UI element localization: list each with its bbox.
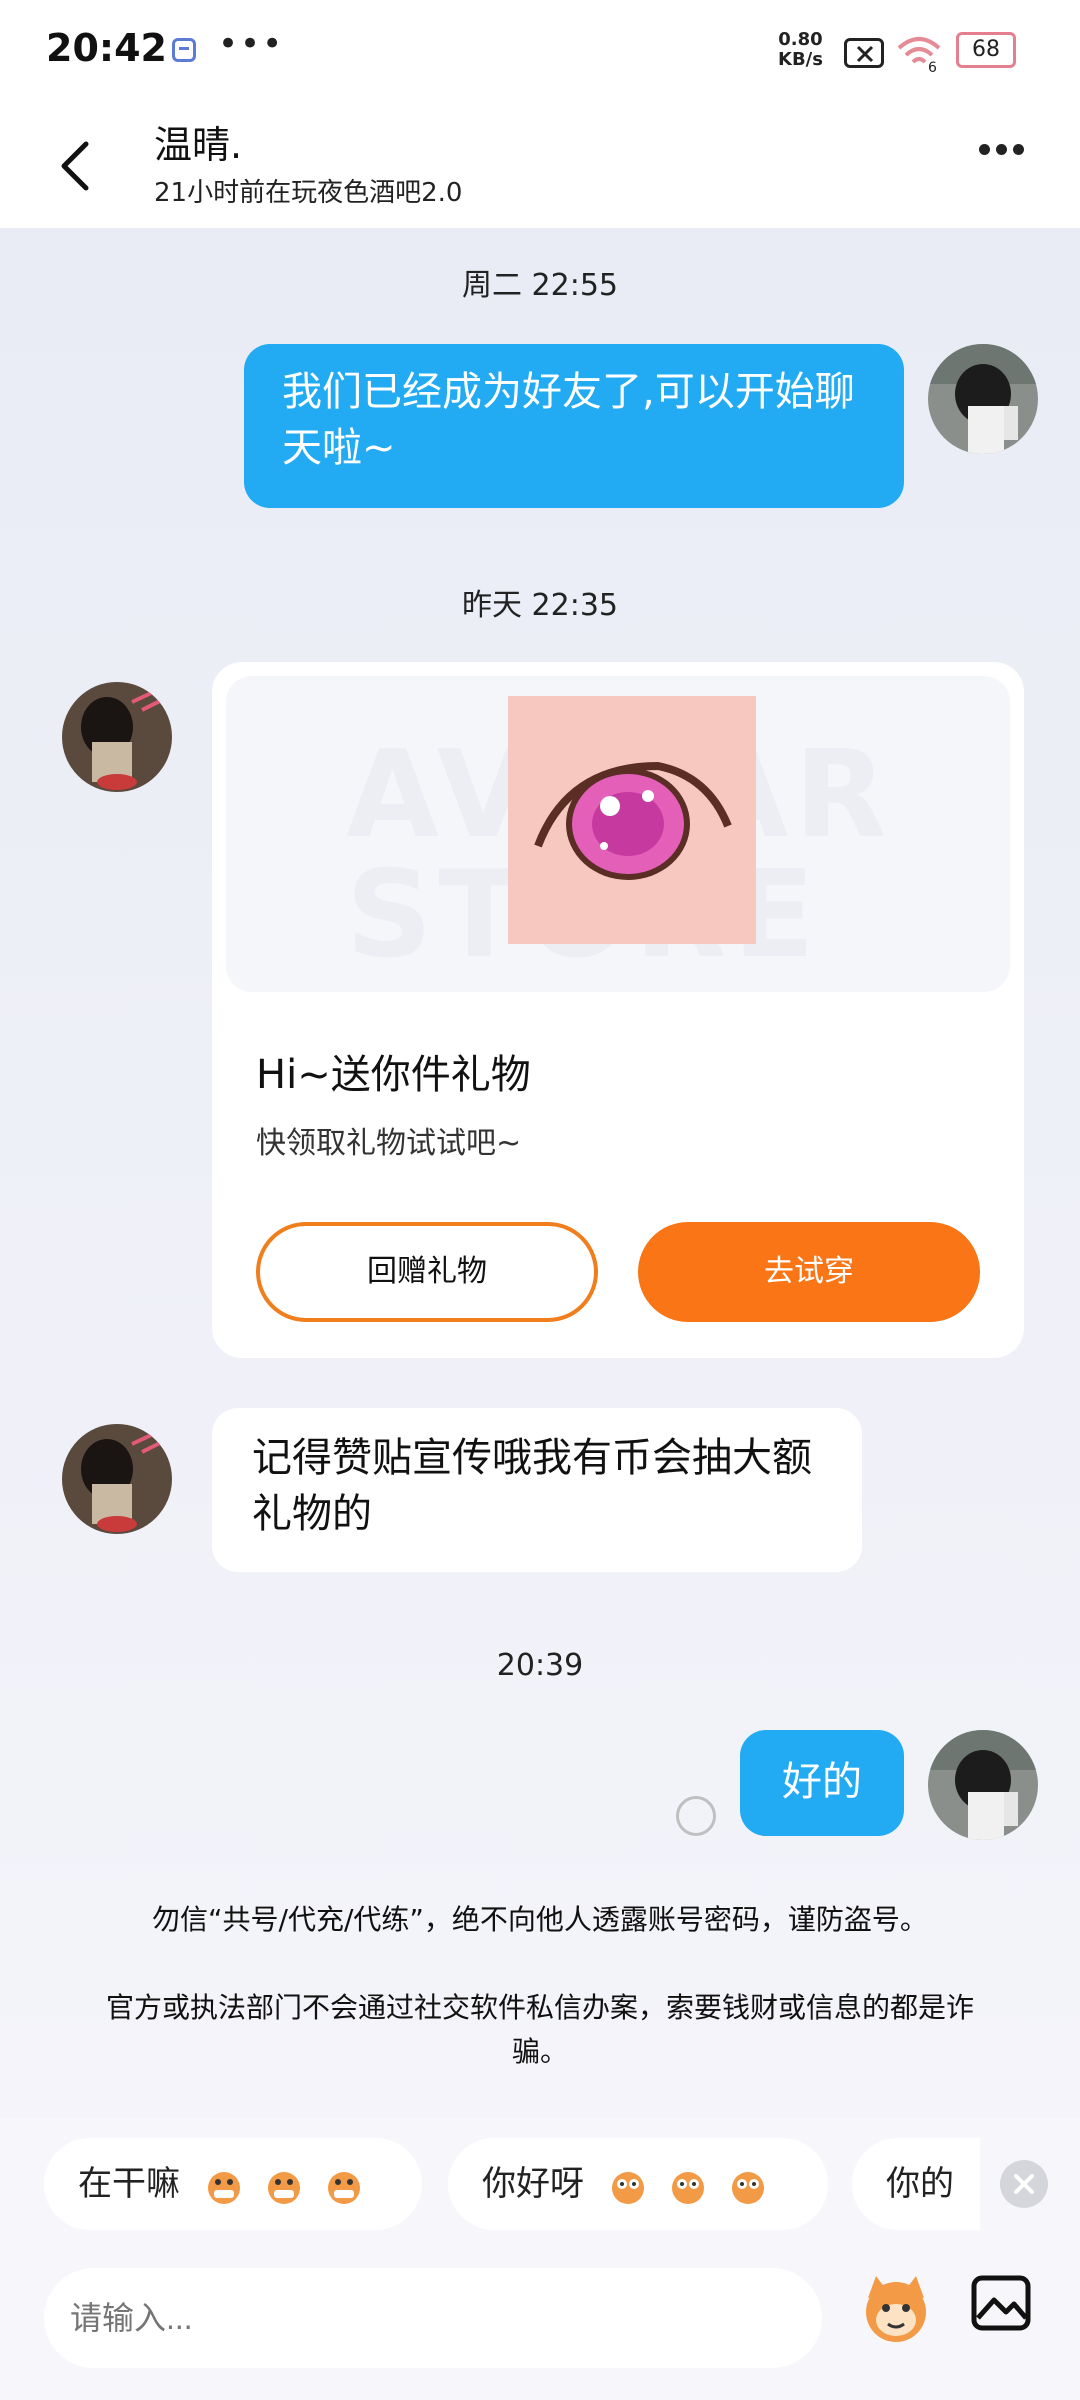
input-area: 在干嘛 你好呀 你的 — [0, 2118, 1080, 2400]
no-sim-icon — [844, 38, 884, 68]
more-options-button[interactable] — [976, 140, 1036, 180]
more-dot-icon — [979, 144, 990, 155]
more-notifications-icon: ••• — [218, 24, 285, 64]
gift-title: Hi~送你件礼物 — [256, 1052, 531, 1098]
grin-emoji-icon — [327, 2171, 360, 2204]
more-dot-icon — [1013, 144, 1024, 155]
grin-emoji-icon — [267, 2171, 300, 2204]
my-avatar[interactable] — [928, 1730, 1038, 1840]
mascot-emoji-icon — [866, 2276, 926, 2342]
back-button[interactable] — [56, 136, 96, 196]
eye-gift-image — [508, 696, 756, 944]
smile-emoji-icon — [731, 2171, 764, 2204]
gift-preview: AVATAR STORE — [226, 676, 1010, 992]
contact-avatar[interactable] — [62, 682, 172, 792]
grin-emoji-icon — [207, 2171, 240, 2204]
message-input[interactable] — [44, 2268, 822, 2368]
fraud-warning: 官方或执法部门不会通过社交软件私信办案，索要钱财或信息的都是诈骗。 — [105, 1991, 974, 2068]
back-arrow-icon — [61, 141, 89, 191]
more-dot-icon — [996, 144, 1007, 155]
sending-status-icon — [676, 1796, 716, 1836]
smile-emoji-icon — [671, 2171, 704, 2204]
safety-notice: 勿信“共号/代充/代练”，绝不向他人透露账号密码，谨防盗号。 — [152, 1903, 928, 1936]
notification-icon — [172, 38, 196, 62]
chat-header: 温晴. 21小时前在玩夜色酒吧2.0 — [0, 100, 1080, 228]
image-icon — [971, 2275, 1031, 2331]
battery-indicator: 68 — [956, 32, 1016, 68]
timestamp: 周二 22:55 — [462, 268, 618, 303]
contact-avatar[interactable] — [62, 1424, 172, 1534]
message-text: 我们已经成为好友了,可以开始聊天啦~ — [282, 369, 855, 471]
gift-subtitle: 快领取礼物试试吧~ — [256, 1126, 522, 1161]
contact-status: 21小时前在玩夜色酒吧2.0 — [154, 178, 463, 208]
gift-card[interactable]: AVATAR STORE Hi~送你件礼物 快领取礼物试试吧~ 回赠礼物 去试穿 — [212, 662, 1024, 1358]
timestamp: 20:39 — [496, 1648, 584, 1683]
my-message-bubble[interactable]: 我们已经成为好友了,可以开始聊天啦~ — [244, 344, 904, 508]
quick-reply-item[interactable]: 你好呀 — [448, 2138, 828, 2230]
close-quick-replies-button[interactable] — [1000, 2160, 1048, 2208]
close-icon — [1014, 2174, 1034, 2194]
return-gift-button[interactable]: 回赠礼物 — [256, 1222, 598, 1322]
contact-name[interactable]: 温晴. — [154, 114, 242, 169]
smile-emoji-icon — [611, 2171, 644, 2204]
image-button[interactable] — [968, 2270, 1034, 2336]
my-message-bubble[interactable]: 好的 — [740, 1730, 904, 1836]
chat-area[interactable]: 周二 22:55 我们已经成为好友了,可以开始聊天啦~ 昨天 22:35 AVA… — [0, 228, 1080, 2118]
try-on-button[interactable]: 去试穿 — [638, 1222, 980, 1322]
svg-text:6: 6 — [928, 60, 937, 74]
status-time: 20:42 — [46, 26, 167, 70]
quick-reply-item[interactable]: 你的 — [852, 2138, 980, 2230]
timestamp: 昨天 22:35 — [462, 588, 618, 623]
my-avatar[interactable] — [928, 344, 1038, 454]
message-text: 好的 — [782, 1759, 862, 1805]
message-text: 记得赞贴宣传哦我有币会抽大额礼物的 — [252, 1435, 812, 1537]
status-bar: 20:42 ••• 0.80 KB/s 6 68 — [0, 0, 1080, 100]
wifi-icon: 6 — [896, 34, 942, 78]
their-message-bubble[interactable]: 记得赞贴宣传哦我有币会抽大额礼物的 — [212, 1408, 862, 1572]
sticker-button[interactable] — [856, 2268, 936, 2348]
network-speed: 0.80 KB/s — [778, 29, 823, 70]
quick-reply-item[interactable]: 在干嘛 — [44, 2138, 422, 2230]
